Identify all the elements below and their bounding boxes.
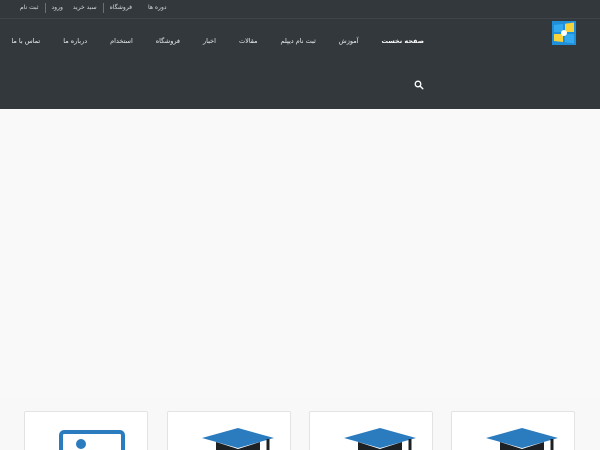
nav-about[interactable]: درباره ما bbox=[63, 35, 87, 47]
nav-shop[interactable]: فروشگاه bbox=[156, 35, 180, 47]
hero-slider-area bbox=[0, 109, 600, 399]
graduation-cap-icon bbox=[202, 428, 274, 450]
feature-card[interactable] bbox=[451, 411, 575, 450]
feature-card[interactable] bbox=[167, 411, 291, 450]
nav-articles[interactable]: مقالات bbox=[239, 35, 258, 47]
top-divider bbox=[102, 3, 104, 13]
nav-diploma-signup[interactable]: ثبت نام دیپلم bbox=[281, 35, 316, 47]
cart-link[interactable]: سبد خرید bbox=[73, 3, 97, 13]
top-links: ثبت نام ورود سبد خرید فروشگاه دوره ها bbox=[20, 3, 167, 13]
courses-link[interactable]: دوره ها bbox=[148, 3, 167, 13]
nav-home[interactable]: صفحه نخست bbox=[382, 35, 424, 47]
graduation-cap-icon bbox=[486, 428, 558, 450]
nav-jobs[interactable]: استخدام bbox=[110, 35, 133, 47]
feature-card[interactable] bbox=[24, 411, 148, 450]
header-divider bbox=[0, 18, 600, 19]
feature-card[interactable] bbox=[309, 411, 433, 450]
nav-contact[interactable]: تماس با ما bbox=[11, 35, 40, 47]
login-link[interactable]: ورود bbox=[52, 3, 63, 13]
search-icon[interactable] bbox=[414, 80, 424, 90]
nav-news[interactable]: اخبار bbox=[203, 35, 216, 47]
graduation-cap-icon bbox=[344, 428, 416, 450]
top-divider bbox=[44, 3, 46, 13]
signup-link[interactable]: ثبت نام bbox=[20, 3, 39, 13]
presentation-board-icon bbox=[59, 430, 125, 450]
site-header: ثبت نام ورود سبد خرید فروشگاه دوره ها صف… bbox=[0, 0, 600, 109]
shop-link[interactable]: فروشگاه bbox=[110, 3, 132, 13]
main-nav: صفحه نخست آموزش ثبت نام دیپلم مقالات اخب… bbox=[0, 35, 424, 47]
nav-training[interactable]: آموزش bbox=[339, 35, 359, 47]
top-bar: ثبت نام ورود سبد خرید فروشگاه دوره ها bbox=[0, 0, 600, 18]
windows-logo-icon[interactable] bbox=[552, 21, 576, 45]
